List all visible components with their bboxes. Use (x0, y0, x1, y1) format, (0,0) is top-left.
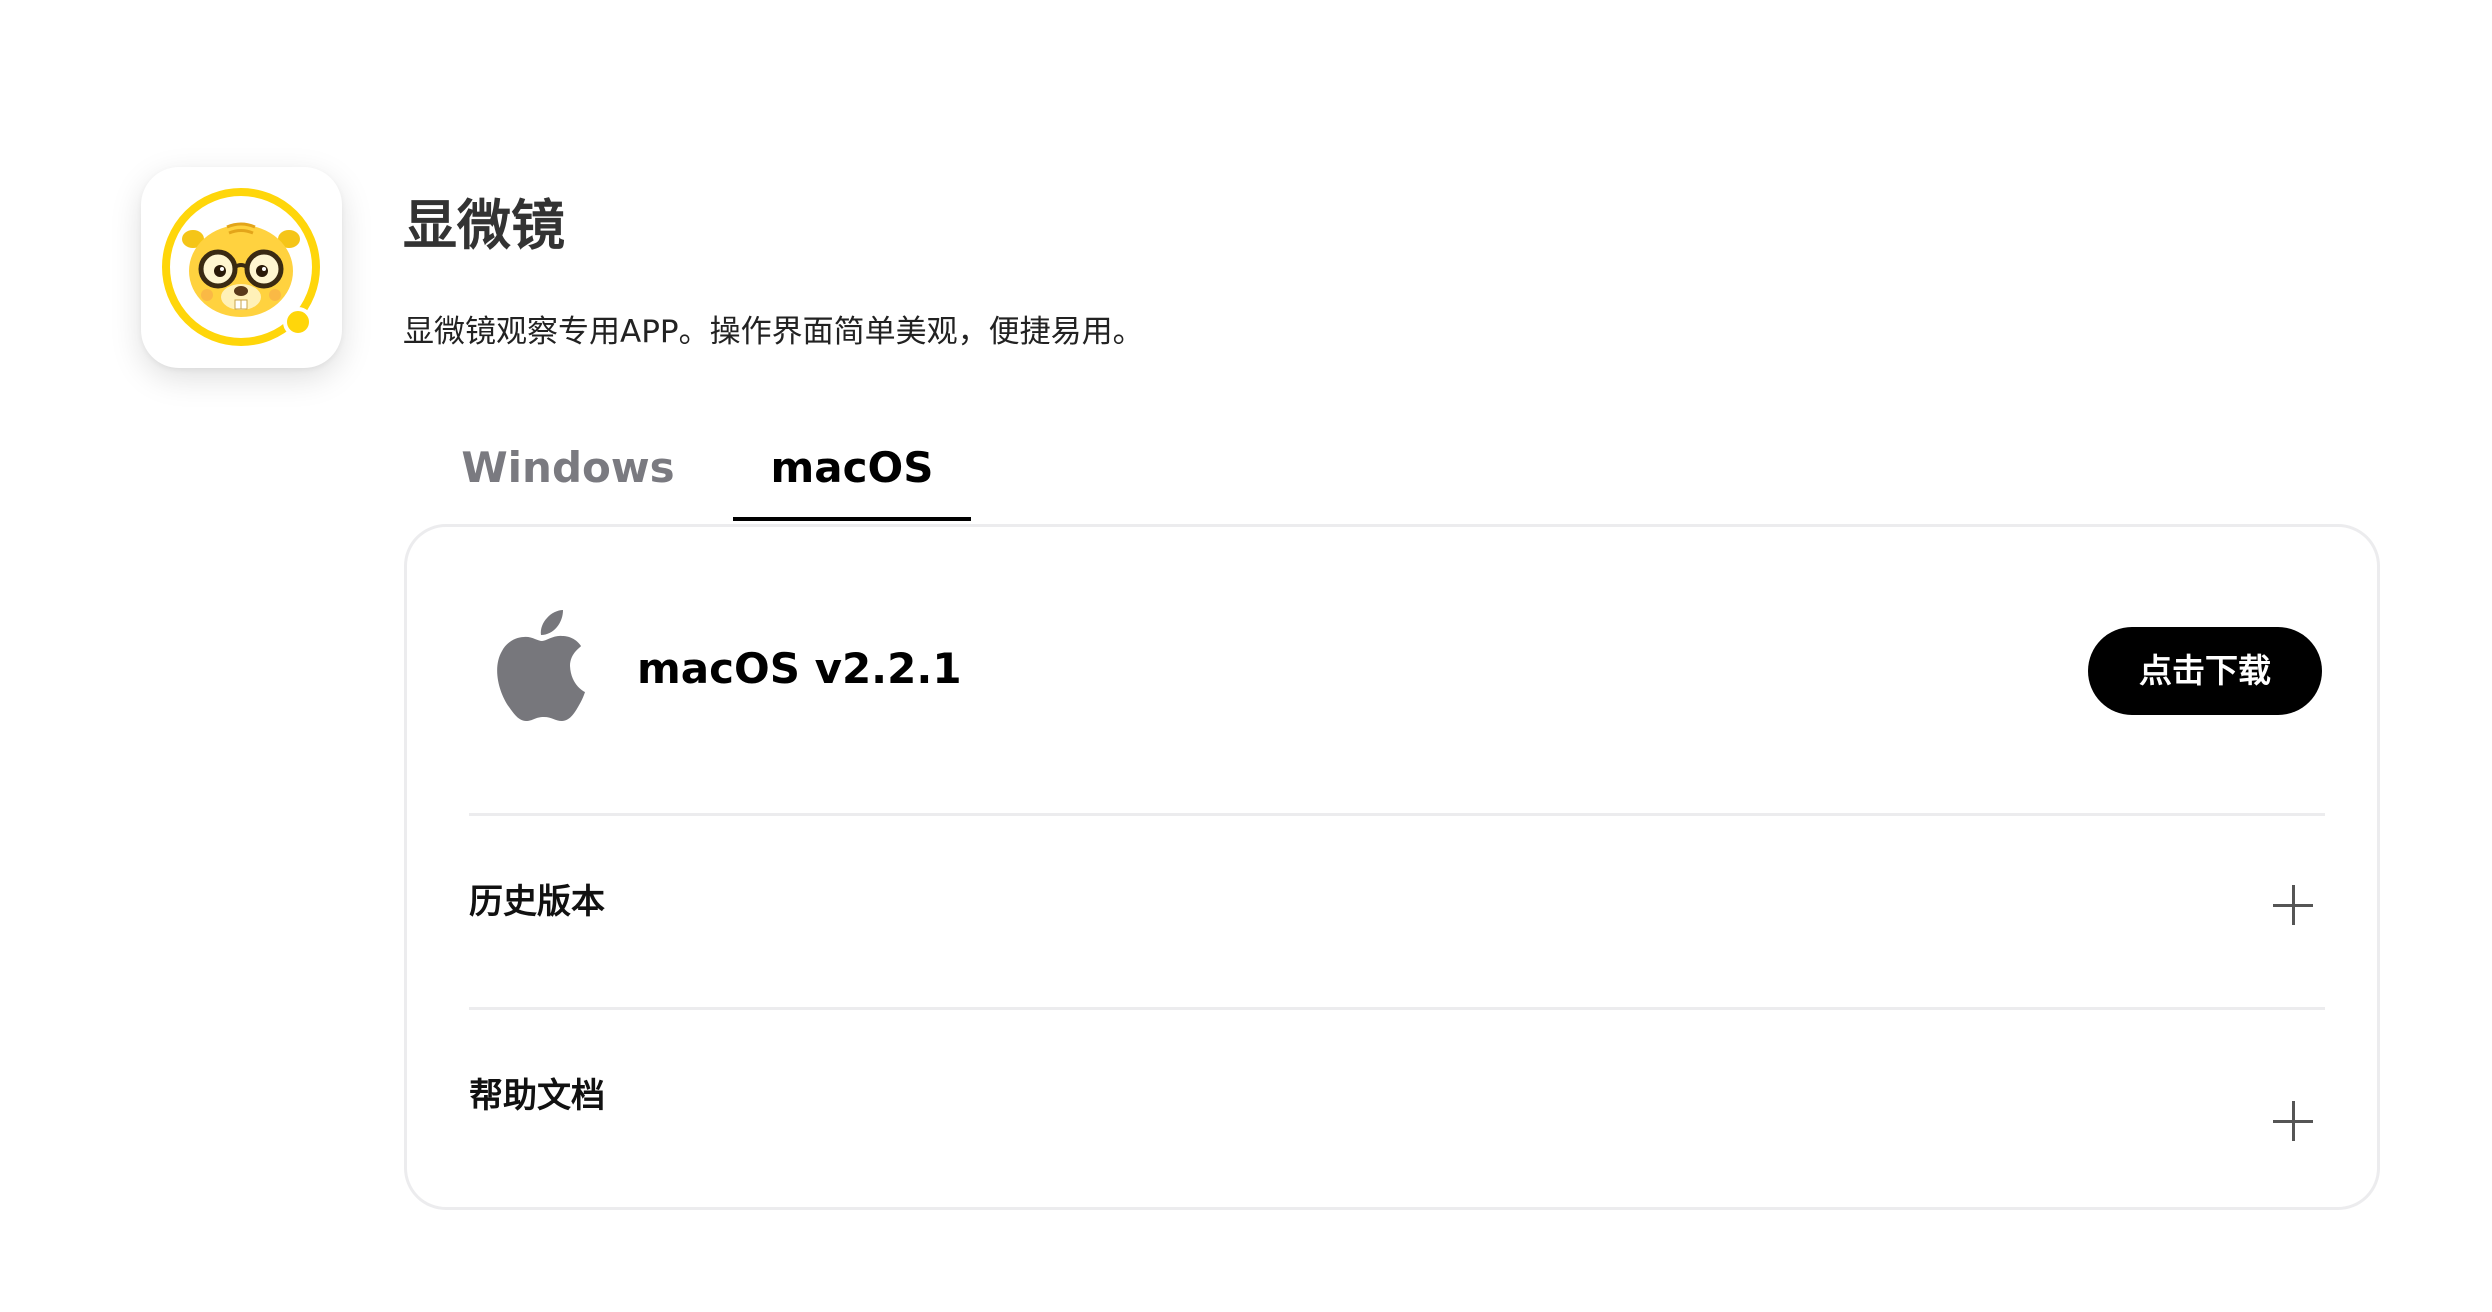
plus-icon[interactable] (2273, 1101, 2313, 1141)
download-card: macOS v2.2.1 点击下载 历史版本 帮助文档 (404, 524, 2380, 1210)
app-icon (141, 167, 342, 368)
plus-icon[interactable] (2273, 885, 2313, 925)
tab-windows[interactable]: Windows (443, 430, 693, 522)
beaver-mascot-icon (162, 188, 320, 346)
platform-tabs: Windows macOS (403, 430, 1103, 522)
history-versions-label: 历史版本 (469, 882, 605, 922)
download-button[interactable]: 点击下载 (2088, 627, 2322, 715)
app-description: 显微镜观察专用APP。操作界面简单美观，便捷易用。 (403, 314, 1144, 350)
help-docs-row[interactable]: 帮助文档 (469, 1043, 2325, 1163)
apple-logo-icon (497, 610, 585, 721)
history-versions-row[interactable]: 历史版本 (469, 849, 2325, 969)
version-label: macOS v2.2.1 (637, 644, 962, 693)
divider (469, 813, 2325, 816)
tab-macos[interactable]: macOS (733, 430, 971, 522)
app-title: 显微镜 (403, 194, 565, 257)
active-tab-indicator (733, 517, 971, 521)
divider (469, 1007, 2325, 1010)
help-docs-label: 帮助文档 (469, 1076, 605, 1116)
